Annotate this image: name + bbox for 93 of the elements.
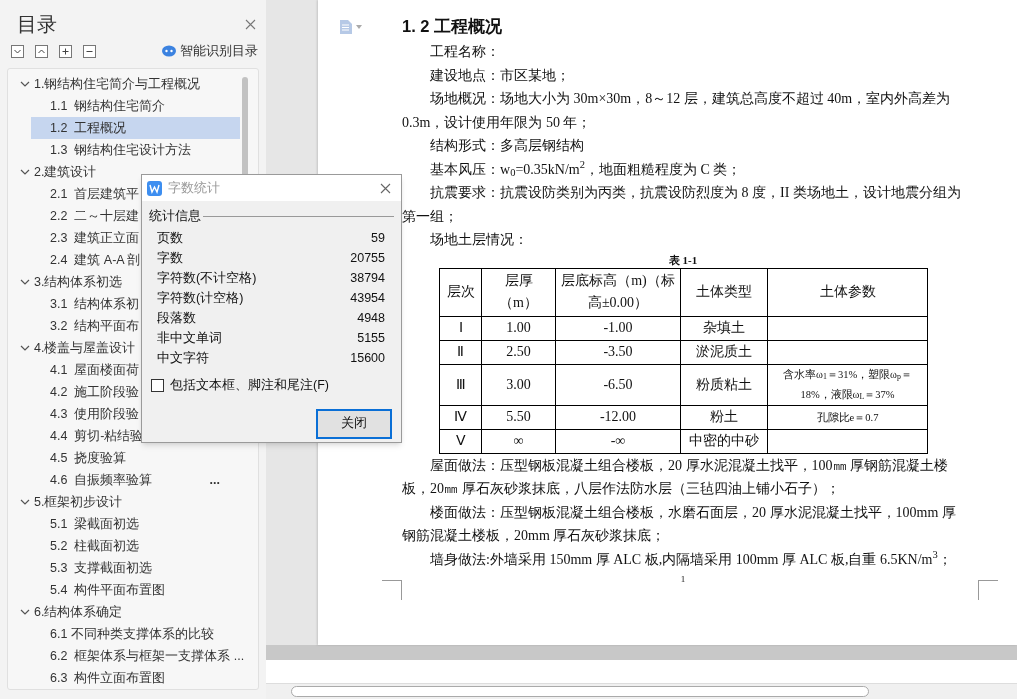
section-heading: 1. 2 工程概况 bbox=[402, 16, 504, 37]
chevron-down-icon[interactable] bbox=[20, 607, 30, 617]
toc-section[interactable]: 5.3 支撑截面初选 bbox=[31, 557, 240, 579]
table-cell: 粉土 bbox=[710, 409, 738, 424]
stat-label: 字数 bbox=[157, 250, 183, 268]
chevron-down-icon[interactable] bbox=[20, 167, 30, 177]
close-icon[interactable] bbox=[245, 18, 256, 30]
stat-label: 段落数 bbox=[157, 310, 196, 328]
toc-section[interactable]: 5.2 柱截面初选 bbox=[31, 535, 240, 557]
table-cell-text: 孔隙比e＝0.7 bbox=[815, 411, 880, 425]
table-cell: 3.00 bbox=[506, 376, 531, 392]
toc-section[interactable]: 5.1 梁截面初选 bbox=[31, 513, 240, 535]
stat-value: 5155 bbox=[357, 330, 385, 348]
chevron-down-icon[interactable] bbox=[20, 497, 30, 507]
table-cell-text: 含水率ω$_{1}$＝31%，塑限ω$_{p}$＝18%，液限ω$_{L}$＝37% bbox=[782, 367, 913, 404]
checkbox[interactable] bbox=[151, 378, 164, 392]
table-cell: -1.00 bbox=[603, 320, 633, 335]
paragraph: 基本风压：w$_{0}$=0.35kN/m$^{2}$，地面粗糙程度为 C 类； bbox=[429, 158, 743, 181]
stat-value: 15600 bbox=[350, 350, 385, 368]
close-icon[interactable] bbox=[380, 182, 391, 194]
horizontal-scrollbar[interactable] bbox=[266, 683, 1017, 699]
table-cell: 淤泥质土 bbox=[696, 344, 752, 359]
table-cell: Ⅲ bbox=[455, 376, 466, 392]
cloud-icon bbox=[162, 45, 176, 57]
stat-value: 4948 bbox=[357, 310, 385, 328]
chevron-down-icon[interactable] bbox=[20, 79, 30, 89]
paragraph: 建设地点：市区某地； bbox=[429, 66, 571, 85]
table-cell: Ⅴ bbox=[455, 433, 466, 448]
toc-section[interactable]: 1.2 工程概况 bbox=[31, 117, 240, 139]
stat-label: 字符数(不计空格) bbox=[157, 270, 257, 288]
paragraph: 场地概况：场地大小为 30m×30m，8～12 层，建筑总高度不超过 40m，室内外高差为 0.3m，设计使用年限为 50 年； bbox=[402, 90, 952, 132]
chevron-down-icon[interactable] bbox=[20, 277, 30, 287]
paragraph: 楼面做法：压型钢板混凝土组合楼板，水磨石面层，20 厚水泥混凝土找平，100mm 厚钢筋混凝土楼板，20mm 厚石灰砂浆抹底； bbox=[402, 503, 957, 545]
close-button[interactable]: 关闭 bbox=[316, 408, 392, 439]
table-caption: 表 1-1 bbox=[667, 252, 699, 267]
app-logo-icon bbox=[147, 180, 162, 196]
smart-toc-button[interactable]: 智能识别目录 bbox=[162, 41, 258, 61]
page-number: 1 bbox=[679, 573, 687, 585]
table-cell: Ⅰ bbox=[458, 320, 463, 335]
margin-mark bbox=[978, 580, 998, 600]
stat-label: 非中文单词 bbox=[157, 330, 222, 348]
stat-value: 38794 bbox=[350, 270, 385, 288]
toc-section[interactable]: 6.3 构件立面布置图 bbox=[31, 667, 240, 689]
group-label: 统计信息 bbox=[149, 208, 201, 225]
table-cell: ∞ bbox=[513, 433, 524, 448]
stat-label: 字符数(计空格) bbox=[157, 290, 244, 308]
table-cell: Ⅳ bbox=[454, 409, 467, 424]
table-cell: 2.50 bbox=[506, 344, 531, 359]
panel-title: 目录 bbox=[17, 12, 57, 37]
chevron-down-icon[interactable] bbox=[20, 343, 30, 353]
paragraph: 墙身做法:外墙采用 150mm 厚 ALC 板,内隔墙采用 100mm 厚 ALC 板,自重 6.5KN/m$^{3}$； bbox=[429, 548, 953, 569]
table-cell: 5.50 bbox=[506, 409, 531, 424]
expand-up-icon[interactable] bbox=[35, 44, 48, 58]
margin-mark bbox=[382, 580, 402, 600]
toc-section[interactable]: 4.6 自振频率验算 ... bbox=[31, 469, 240, 491]
toc-chapter[interactable]: 1.钢结构住宅简介与工程概况 bbox=[8, 73, 258, 95]
table-header: 层次 bbox=[439, 268, 482, 316]
paragraph: 场地土层情况： bbox=[429, 231, 529, 249]
stat-label: 页数 bbox=[157, 230, 183, 248]
table-header: 层底标高（m)（标高±0.00） bbox=[555, 268, 681, 316]
paragraph: 抗震要求：抗震设防类别为丙类，抗震设防烈度为 8 度，II 类场地土，设计地震分组为第一组； bbox=[402, 184, 962, 226]
minus-icon[interactable] bbox=[83, 44, 96, 58]
table-cell: -3.50 bbox=[603, 344, 633, 359]
table-header: 层厚（m） bbox=[481, 268, 556, 316]
stat-value: 59 bbox=[371, 230, 385, 248]
plus-icon[interactable] bbox=[59, 44, 72, 58]
collapse-icon[interactable] bbox=[11, 44, 24, 58]
paragraph: 工程名称： bbox=[429, 43, 501, 61]
table-cell: 1.00 bbox=[506, 320, 531, 335]
paragraph: 屋面做法：压型钢板混凝土组合楼板，20 厚水泥混凝土找平，100㎜ 厚钢筋混凝土楼板，20㎜ 厚石灰砂浆抹底，八层作法防水层（三毡四油上铺小石子）； bbox=[402, 456, 949, 498]
table-cell: -∞ bbox=[610, 433, 626, 448]
toc-section[interactable]: 5.4 构件平面布置图 bbox=[31, 579, 240, 601]
toc-section[interactable]: 1.3 钢结构住宅设计方法 bbox=[31, 139, 240, 161]
stat-label: 中文字符 bbox=[157, 350, 209, 368]
paragraph: 结构形式：多高层钢结构 bbox=[429, 137, 585, 155]
table-cell: 粉质粘土 bbox=[696, 376, 752, 392]
toc-chapter[interactable]: 5.框架初步设计 bbox=[8, 491, 258, 513]
toc-chapter[interactable]: 6.结构体系确定 bbox=[8, 601, 258, 623]
table-cell: 中密的中砂 bbox=[689, 433, 759, 448]
toc-section[interactable]: 6.1 不同种类支撑体系的比较 bbox=[31, 623, 240, 645]
table-cell: -6.50 bbox=[603, 376, 633, 392]
stat-value: 20755 bbox=[350, 250, 385, 268]
toc-section[interactable]: 4.5 挠度验算 bbox=[31, 447, 240, 469]
table-cell: -12.00 bbox=[599, 409, 637, 424]
toc-section[interactable]: 1.1 钢结构住宅简介 bbox=[31, 95, 240, 117]
table-header: 土体参数 bbox=[767, 268, 928, 316]
dialog-title: 字数统计 bbox=[168, 179, 220, 198]
include-checkbox[interactable]: 包括文本框、脚注和尾注(F) bbox=[151, 375, 394, 395]
table-cell: 杂填土 bbox=[703, 320, 745, 335]
scrollbar-thumb[interactable] bbox=[291, 686, 869, 697]
stat-value: 43954 bbox=[350, 290, 385, 308]
table-header: 土体类型 bbox=[680, 268, 768, 316]
table-cell: Ⅱ bbox=[457, 344, 464, 359]
